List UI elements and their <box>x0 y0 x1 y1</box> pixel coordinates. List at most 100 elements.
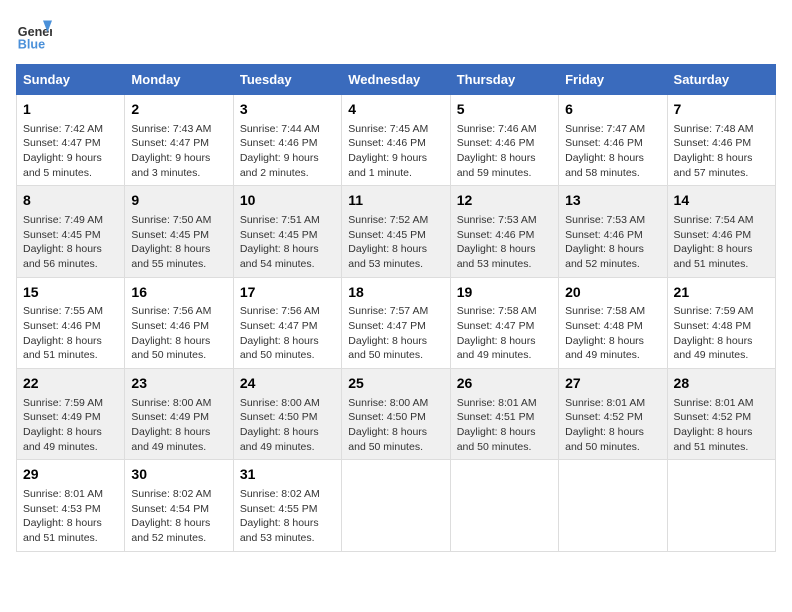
header-wednesday: Wednesday <box>342 65 450 95</box>
day-info: Sunrise: 8:02 AMSunset: 4:54 PMDaylight:… <box>131 487 226 546</box>
day-number: 31 <box>240 465 335 485</box>
header-thursday: Thursday <box>450 65 558 95</box>
day-info: Sunrise: 7:52 AMSunset: 4:45 PMDaylight:… <box>348 213 443 272</box>
calendar-cell: 20Sunrise: 7:58 AMSunset: 4:48 PMDayligh… <box>559 277 667 368</box>
calendar-cell <box>342 460 450 551</box>
day-info: Sunrise: 7:58 AMSunset: 4:47 PMDaylight:… <box>457 304 552 363</box>
day-info: Sunrise: 7:53 AMSunset: 4:46 PMDaylight:… <box>457 213 552 272</box>
day-info: Sunrise: 7:53 AMSunset: 4:46 PMDaylight:… <box>565 213 660 272</box>
calendar-cell: 29Sunrise: 8:01 AMSunset: 4:53 PMDayligh… <box>17 460 125 551</box>
calendar-cell: 24Sunrise: 8:00 AMSunset: 4:50 PMDayligh… <box>233 369 341 460</box>
header-friday: Friday <box>559 65 667 95</box>
day-info: Sunrise: 7:48 AMSunset: 4:46 PMDaylight:… <box>674 122 769 181</box>
calendar-cell <box>450 460 558 551</box>
calendar-cell: 6Sunrise: 7:47 AMSunset: 4:46 PMDaylight… <box>559 95 667 186</box>
calendar-cell <box>667 460 775 551</box>
calendar-cell: 7Sunrise: 7:48 AMSunset: 4:46 PMDaylight… <box>667 95 775 186</box>
day-number: 19 <box>457 283 552 303</box>
day-info: Sunrise: 7:49 AMSunset: 4:45 PMDaylight:… <box>23 213 118 272</box>
day-number: 25 <box>348 374 443 394</box>
day-info: Sunrise: 7:42 AMSunset: 4:47 PMDaylight:… <box>23 122 118 181</box>
day-number: 26 <box>457 374 552 394</box>
day-info: Sunrise: 7:45 AMSunset: 4:46 PMDaylight:… <box>348 122 443 181</box>
calendar-cell: 3Sunrise: 7:44 AMSunset: 4:46 PMDaylight… <box>233 95 341 186</box>
day-info: Sunrise: 8:01 AMSunset: 4:52 PMDaylight:… <box>565 396 660 455</box>
day-info: Sunrise: 7:56 AMSunset: 4:46 PMDaylight:… <box>131 304 226 363</box>
day-number: 15 <box>23 283 118 303</box>
svg-text:Blue: Blue <box>18 37 45 51</box>
calendar-cell: 13Sunrise: 7:53 AMSunset: 4:46 PMDayligh… <box>559 186 667 277</box>
calendar-header-row: SundayMondayTuesdayWednesdayThursdayFrid… <box>17 65 776 95</box>
logo: General Blue <box>16 16 56 52</box>
week-row-5: 29Sunrise: 8:01 AMSunset: 4:53 PMDayligh… <box>17 460 776 551</box>
day-info: Sunrise: 8:00 AMSunset: 4:50 PMDaylight:… <box>240 396 335 455</box>
day-info: Sunrise: 8:01 AMSunset: 4:52 PMDaylight:… <box>674 396 769 455</box>
header-tuesday: Tuesday <box>233 65 341 95</box>
day-number: 16 <box>131 283 226 303</box>
page-header: General Blue <box>16 16 776 52</box>
calendar-cell: 22Sunrise: 7:59 AMSunset: 4:49 PMDayligh… <box>17 369 125 460</box>
day-number: 18 <box>348 283 443 303</box>
calendar-cell: 25Sunrise: 8:00 AMSunset: 4:50 PMDayligh… <box>342 369 450 460</box>
day-info: Sunrise: 7:46 AMSunset: 4:46 PMDaylight:… <box>457 122 552 181</box>
day-info: Sunrise: 7:59 AMSunset: 4:48 PMDaylight:… <box>674 304 769 363</box>
calendar-cell: 12Sunrise: 7:53 AMSunset: 4:46 PMDayligh… <box>450 186 558 277</box>
logo-icon: General Blue <box>16 16 52 52</box>
day-info: Sunrise: 8:00 AMSunset: 4:50 PMDaylight:… <box>348 396 443 455</box>
calendar-cell: 23Sunrise: 8:00 AMSunset: 4:49 PMDayligh… <box>125 369 233 460</box>
day-number: 4 <box>348 100 443 120</box>
calendar-cell: 15Sunrise: 7:55 AMSunset: 4:46 PMDayligh… <box>17 277 125 368</box>
calendar-cell: 28Sunrise: 8:01 AMSunset: 4:52 PMDayligh… <box>667 369 775 460</box>
day-info: Sunrise: 7:58 AMSunset: 4:48 PMDaylight:… <box>565 304 660 363</box>
day-number: 27 <box>565 374 660 394</box>
calendar-cell: 2Sunrise: 7:43 AMSunset: 4:47 PMDaylight… <box>125 95 233 186</box>
day-info: Sunrise: 7:51 AMSunset: 4:45 PMDaylight:… <box>240 213 335 272</box>
day-number: 29 <box>23 465 118 485</box>
week-row-1: 1Sunrise: 7:42 AMSunset: 4:47 PMDaylight… <box>17 95 776 186</box>
day-info: Sunrise: 7:55 AMSunset: 4:46 PMDaylight:… <box>23 304 118 363</box>
day-info: Sunrise: 7:47 AMSunset: 4:46 PMDaylight:… <box>565 122 660 181</box>
day-info: Sunrise: 8:01 AMSunset: 4:51 PMDaylight:… <box>457 396 552 455</box>
calendar-cell: 5Sunrise: 7:46 AMSunset: 4:46 PMDaylight… <box>450 95 558 186</box>
calendar-cell: 30Sunrise: 8:02 AMSunset: 4:54 PMDayligh… <box>125 460 233 551</box>
day-number: 6 <box>565 100 660 120</box>
calendar-cell: 21Sunrise: 7:59 AMSunset: 4:48 PMDayligh… <box>667 277 775 368</box>
calendar-cell: 19Sunrise: 7:58 AMSunset: 4:47 PMDayligh… <box>450 277 558 368</box>
day-number: 9 <box>131 191 226 211</box>
week-row-4: 22Sunrise: 7:59 AMSunset: 4:49 PMDayligh… <box>17 369 776 460</box>
week-row-2: 8Sunrise: 7:49 AMSunset: 4:45 PMDaylight… <box>17 186 776 277</box>
day-info: Sunrise: 7:56 AMSunset: 4:47 PMDaylight:… <box>240 304 335 363</box>
day-number: 8 <box>23 191 118 211</box>
day-number: 28 <box>674 374 769 394</box>
week-row-3: 15Sunrise: 7:55 AMSunset: 4:46 PMDayligh… <box>17 277 776 368</box>
calendar-table: SundayMondayTuesdayWednesdayThursdayFrid… <box>16 64 776 552</box>
calendar-cell: 27Sunrise: 8:01 AMSunset: 4:52 PMDayligh… <box>559 369 667 460</box>
header-monday: Monday <box>125 65 233 95</box>
day-info: Sunrise: 7:50 AMSunset: 4:45 PMDaylight:… <box>131 213 226 272</box>
calendar-cell: 14Sunrise: 7:54 AMSunset: 4:46 PMDayligh… <box>667 186 775 277</box>
day-info: Sunrise: 7:54 AMSunset: 4:46 PMDaylight:… <box>674 213 769 272</box>
day-number: 17 <box>240 283 335 303</box>
day-info: Sunrise: 7:43 AMSunset: 4:47 PMDaylight:… <box>131 122 226 181</box>
calendar-cell: 10Sunrise: 7:51 AMSunset: 4:45 PMDayligh… <box>233 186 341 277</box>
day-number: 13 <box>565 191 660 211</box>
calendar-cell: 26Sunrise: 8:01 AMSunset: 4:51 PMDayligh… <box>450 369 558 460</box>
day-number: 5 <box>457 100 552 120</box>
day-number: 10 <box>240 191 335 211</box>
day-info: Sunrise: 8:00 AMSunset: 4:49 PMDaylight:… <box>131 396 226 455</box>
calendar-cell: 16Sunrise: 7:56 AMSunset: 4:46 PMDayligh… <box>125 277 233 368</box>
day-number: 3 <box>240 100 335 120</box>
day-number: 21 <box>674 283 769 303</box>
day-number: 1 <box>23 100 118 120</box>
day-info: Sunrise: 7:57 AMSunset: 4:47 PMDaylight:… <box>348 304 443 363</box>
calendar-cell: 8Sunrise: 7:49 AMSunset: 4:45 PMDaylight… <box>17 186 125 277</box>
calendar-cell <box>559 460 667 551</box>
day-number: 11 <box>348 191 443 211</box>
day-number: 2 <box>131 100 226 120</box>
day-info: Sunrise: 8:01 AMSunset: 4:53 PMDaylight:… <box>23 487 118 546</box>
day-info: Sunrise: 7:44 AMSunset: 4:46 PMDaylight:… <box>240 122 335 181</box>
day-number: 20 <box>565 283 660 303</box>
calendar-cell: 1Sunrise: 7:42 AMSunset: 4:47 PMDaylight… <box>17 95 125 186</box>
day-number: 23 <box>131 374 226 394</box>
day-number: 14 <box>674 191 769 211</box>
